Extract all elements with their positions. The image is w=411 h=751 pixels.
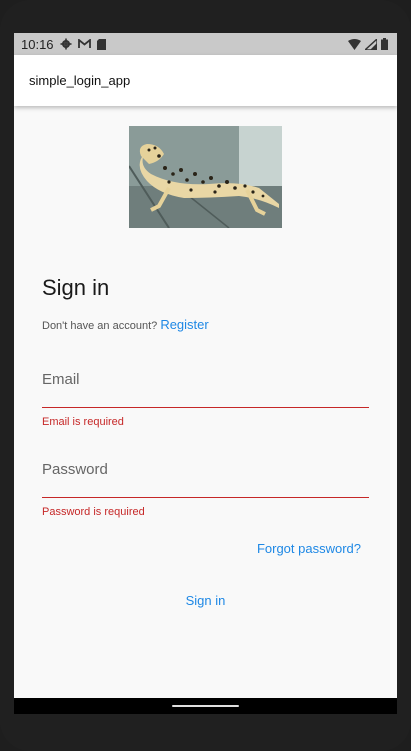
status-time: 10:16 [21,36,54,52]
signal-icon [365,38,377,50]
home-indicator[interactable] [172,705,239,707]
register-prompt: Don't have an account? [42,320,158,332]
gecko-image [129,126,282,228]
navigation-bar [14,698,397,714]
status-icons-left [60,38,106,50]
password-field[interactable]: Password Password is required [42,461,369,521]
page-title: Sign in [42,275,110,300]
gear-icon [60,38,72,50]
battery-icon [381,38,388,50]
password-underline [42,497,369,498]
email-field[interactable]: Email Email is required [42,371,369,431]
gmail-icon [77,39,91,48]
password-label: Password [42,461,108,478]
password-error: Password is required [42,506,145,518]
status-bar: 10:16 [14,33,397,55]
wifi-icon [348,38,361,50]
status-icons-right [348,38,388,50]
app-screen: 10:16 simple_login_app Sign in Don't hav… [14,33,397,714]
sd-card-icon [96,38,106,50]
email-underline [42,407,369,408]
sign-in-button[interactable]: Sign in [14,593,397,608]
email-error: Email is required [42,416,124,428]
app-bar: simple_login_app [14,55,397,106]
forgot-password-link[interactable]: Forgot password? [257,541,361,556]
register-row: Don't have an account? Register [42,317,209,332]
email-label: Email [42,371,80,388]
app-title: simple_login_app [29,73,131,88]
register-link[interactable]: Register [160,317,208,332]
